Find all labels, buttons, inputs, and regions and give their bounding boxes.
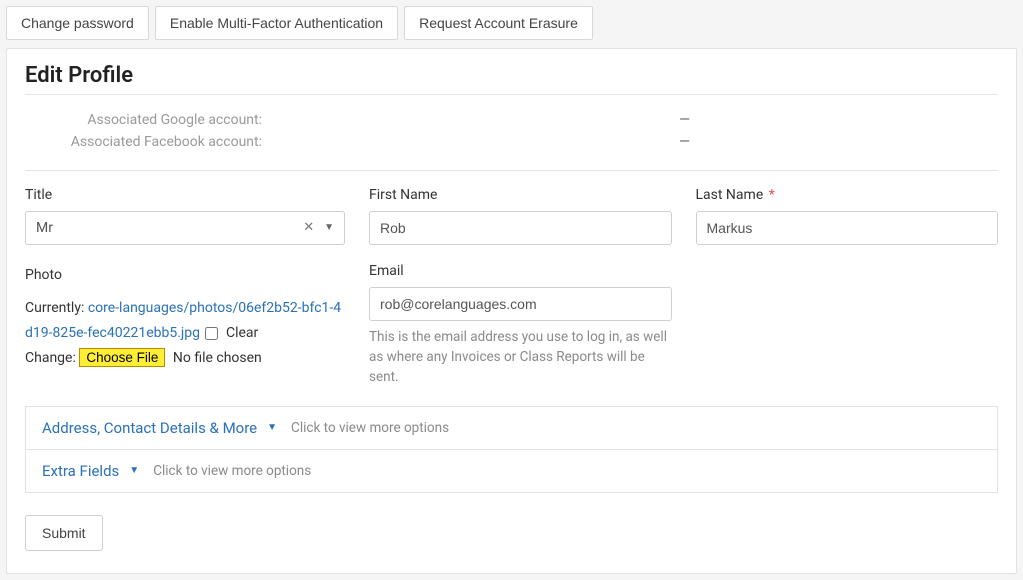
accordion-extra-sub: Click to view more options — [153, 463, 311, 479]
edit-profile-panel: Edit Profile Associated Google account: … — [6, 48, 1017, 574]
page-title: Edit Profile — [25, 63, 998, 95]
last-name-label: Last Name * — [696, 187, 999, 203]
associated-google-value: — — [270, 109, 690, 131]
change-password-button[interactable]: Change password — [6, 6, 149, 40]
enable-mfa-button[interactable]: Enable Multi-Factor Authentication — [155, 6, 398, 40]
accordion-extra-fields[interactable]: Extra Fields ▼ Click to view more option… — [26, 450, 997, 492]
accordion-address-title: Address, Contact Details & More — [42, 419, 257, 437]
associated-facebook-label: Associated Facebook account: — [25, 131, 270, 153]
photo-clear-label: Clear — [226, 325, 258, 341]
accordion-address[interactable]: Address, Contact Details & More ▼ Click … — [26, 407, 997, 450]
required-star-icon: * — [769, 187, 775, 203]
submit-button[interactable]: Submit — [25, 515, 103, 551]
last-name-label-text: Last Name — [696, 187, 764, 203]
details-accordion: Address, Contact Details & More ▼ Click … — [25, 406, 998, 493]
clear-selection-icon[interactable]: ✕ — [303, 220, 314, 235]
title-label: Title — [25, 187, 345, 203]
accordion-address-sub: Click to view more options — [291, 420, 449, 436]
photo-currently-label: Currently: — [25, 300, 84, 316]
associated-accounts: Associated Google account: — Associated … — [25, 109, 998, 171]
top-nav: Change password Enable Multi-Factor Auth… — [6, 6, 1017, 40]
photo-clear-checkbox[interactable] — [205, 327, 218, 340]
request-erasure-button[interactable]: Request Account Erasure — [404, 6, 593, 40]
associated-google-label: Associated Google account: — [25, 109, 270, 131]
photo-change-label: Change: — [25, 350, 76, 366]
chevron-down-icon: ▼ — [129, 465, 139, 476]
last-name-input[interactable] — [696, 211, 999, 245]
chevron-down-icon: ▼ — [267, 422, 277, 433]
email-help-text: This is the email address you use to log… — [369, 327, 672, 388]
choose-file-button[interactable]: Choose File — [79, 348, 165, 367]
associated-facebook-value: — — [270, 131, 690, 153]
first-name-input[interactable] — [369, 211, 672, 245]
title-select[interactable]: Mr ✕ ▼ — [25, 211, 345, 245]
title-value: Mr — [36, 220, 53, 236]
email-input[interactable] — [369, 287, 672, 321]
first-name-label: First Name — [369, 187, 672, 203]
accordion-extra-title: Extra Fields — [42, 462, 119, 480]
chevron-down-icon[interactable]: ▼ — [324, 222, 334, 233]
photo-label: Photo — [25, 263, 345, 288]
no-file-chosen-text: No file chosen — [173, 350, 262, 366]
email-label: Email — [369, 263, 672, 279]
